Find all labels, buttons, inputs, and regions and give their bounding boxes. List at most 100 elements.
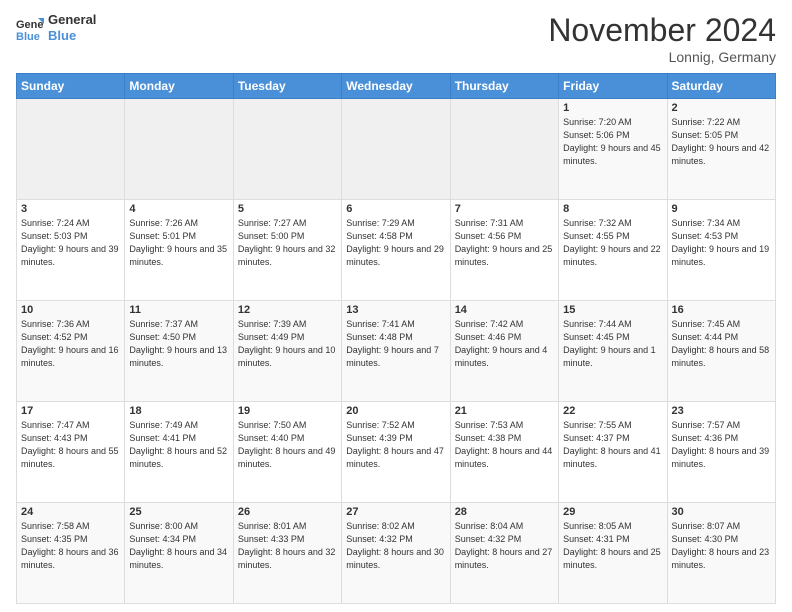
day-cell-25: 25Sunrise: 8:00 AM Sunset: 4:34 PM Dayli…: [125, 503, 233, 604]
day-cell-26: 26 Sunrise: 8:01 AM Sunset: 4:33 PM Dayli…: [233, 503, 341, 604]
day-cell-29: 29 Sunrise: 8:05 AM Sunset: 4:31 PM Dayli…: [559, 503, 667, 604]
day-number: 29: [563, 506, 662, 518]
day-cell-20: 20 Sunrise: 7:52 AM Sunset: 4:39 PM Dayli…: [342, 402, 450, 503]
calendar-page: General Blue General Blue November 2024 …: [0, 0, 792, 612]
day-number: 18: [129, 405, 228, 417]
day-cell-6: 6 Sunrise: 7:29 AM Sunset: 4:58 PM Daylig…: [342, 200, 450, 301]
day-info: Sunrise: 8:02 AM Sunset: 4:32 PM Dayligh…: [346, 520, 445, 572]
day-number: 10: [21, 304, 120, 316]
day-cell-23: 23Sunrise: 7:57 AM Sunset: 4:36 PM Dayli…: [667, 402, 775, 503]
day-number: 6: [346, 203, 445, 215]
week-row-4: 17 Sunrise: 7:47 AM Sunset: 4:43 PM Dayli…: [17, 402, 776, 503]
day-info: Sunrise: 8:01 AM Sunset: 4:33 PM Dayligh…: [238, 520, 337, 572]
day-info: Sunrise: 8:04 AM Sunset: 4:32 PM Dayligh…: [455, 520, 554, 572]
title-block: November 2024 Lonnig, Germany: [548, 12, 776, 65]
day-cell-5: 5Sunrise: 7:27 AM Sunset: 5:00 PM Daylig…: [233, 200, 341, 301]
day-info: Sunrise: 7:22 AM Sunset: 5:05 PM Dayligh…: [672, 116, 771, 168]
day-cell-2: 2Sunrise: 7:22 AM Sunset: 5:05 PM Daylig…: [667, 99, 775, 200]
day-number: 9: [672, 203, 771, 215]
day-number: 30: [672, 506, 771, 518]
day-cell-27: 27 Sunrise: 8:02 AM Sunset: 4:32 PM Dayli…: [342, 503, 450, 604]
day-number: 8: [563, 203, 662, 215]
day-cell-15: 15 Sunrise: 7:44 AM Sunset: 4:45 PM Dayli…: [559, 301, 667, 402]
empty-cell: [125, 99, 233, 200]
day-info: Sunrise: 7:57 AM Sunset: 4:36 PM Dayligh…: [672, 419, 771, 471]
day-info: Sunrise: 8:07 AM Sunset: 4:30 PM Dayligh…: [672, 520, 771, 572]
day-info: Sunrise: 7:50 AM Sunset: 4:40 PM Dayligh…: [238, 419, 337, 471]
day-number: 15: [563, 304, 662, 316]
empty-cell: [233, 99, 341, 200]
day-number: 26: [238, 506, 337, 518]
day-info: Sunrise: 8:05 AM Sunset: 4:31 PM Dayligh…: [563, 520, 662, 572]
weekday-tuesday: Tuesday: [233, 74, 341, 99]
day-number: 19: [238, 405, 337, 417]
day-number: 13: [346, 304, 445, 316]
day-cell-12: 12 Sunrise: 7:39 AM Sunset: 4:49 PM Dayli…: [233, 301, 341, 402]
day-info: Sunrise: 7:58 AM Sunset: 4:35 PM Dayligh…: [21, 520, 120, 572]
week-row-1: 1 Sunrise: 7:20 AM Sunset: 5:06 PM Daylig…: [17, 99, 776, 200]
day-number: 3: [21, 203, 120, 215]
day-info: Sunrise: 7:20 AM Sunset: 5:06 PM Dayligh…: [563, 116, 662, 168]
day-info: Sunrise: 7:42 AM Sunset: 4:46 PM Dayligh…: [455, 318, 554, 370]
day-number: 1: [563, 102, 662, 114]
logo-general: General: [48, 12, 96, 28]
day-number: 12: [238, 304, 337, 316]
day-number: 5: [238, 203, 337, 215]
day-number: 20: [346, 405, 445, 417]
day-info: Sunrise: 7:37 AM Sunset: 4:50 PM Dayligh…: [129, 318, 228, 370]
day-cell-21: 21 Sunrise: 7:53 AM Sunset: 4:38 PM Dayli…: [450, 402, 558, 503]
week-row-5: 24Sunrise: 7:58 AM Sunset: 4:35 PM Dayli…: [17, 503, 776, 604]
day-cell-3: 3 Sunrise: 7:24 AM Sunset: 5:03 PM Daylig…: [17, 200, 125, 301]
day-info: Sunrise: 7:55 AM Sunset: 4:37 PM Dayligh…: [563, 419, 662, 471]
day-cell-13: 13 Sunrise: 7:41 AM Sunset: 4:48 PM Dayli…: [342, 301, 450, 402]
day-cell-8: 8 Sunrise: 7:32 AM Sunset: 4:55 PM Daylig…: [559, 200, 667, 301]
calendar-table: SundayMondayTuesdayWednesdayThursdayFrid…: [16, 73, 776, 604]
day-info: Sunrise: 7:53 AM Sunset: 4:38 PM Dayligh…: [455, 419, 554, 471]
day-number: 16: [672, 304, 771, 316]
day-info: Sunrise: 7:36 AM Sunset: 4:52 PM Dayligh…: [21, 318, 120, 370]
day-number: 22: [563, 405, 662, 417]
day-info: Sunrise: 7:29 AM Sunset: 4:58 PM Dayligh…: [346, 217, 445, 269]
day-cell-10: 10 Sunrise: 7:36 AM Sunset: 4:52 PM Dayli…: [17, 301, 125, 402]
day-cell-1: 1 Sunrise: 7:20 AM Sunset: 5:06 PM Daylig…: [559, 99, 667, 200]
day-info: Sunrise: 7:32 AM Sunset: 4:55 PM Dayligh…: [563, 217, 662, 269]
logo-blue: Blue: [48, 28, 96, 44]
empty-cell: [342, 99, 450, 200]
day-info: Sunrise: 7:24 AM Sunset: 5:03 PM Dayligh…: [21, 217, 120, 269]
day-cell-4: 4Sunrise: 7:26 AM Sunset: 5:01 PM Daylig…: [125, 200, 233, 301]
location: Lonnig, Germany: [548, 49, 776, 65]
day-number: 4: [129, 203, 228, 215]
day-info: Sunrise: 7:34 AM Sunset: 4:53 PM Dayligh…: [672, 217, 771, 269]
day-info: Sunrise: 7:44 AM Sunset: 4:45 PM Dayligh…: [563, 318, 662, 370]
day-info: Sunrise: 7:45 AM Sunset: 4:44 PM Dayligh…: [672, 318, 771, 370]
header: General Blue General Blue November 2024 …: [16, 12, 776, 65]
weekday-wednesday: Wednesday: [342, 74, 450, 99]
week-row-2: 3 Sunrise: 7:24 AM Sunset: 5:03 PM Daylig…: [17, 200, 776, 301]
day-cell-19: 19 Sunrise: 7:50 AM Sunset: 4:40 PM Dayli…: [233, 402, 341, 503]
weekday-sunday: Sunday: [17, 74, 125, 99]
weekday-monday: Monday: [125, 74, 233, 99]
day-cell-30: 30 Sunrise: 8:07 AM Sunset: 4:30 PM Dayli…: [667, 503, 775, 604]
svg-text:General: General: [16, 19, 44, 31]
day-info: Sunrise: 7:39 AM Sunset: 4:49 PM Dayligh…: [238, 318, 337, 370]
month-title: November 2024: [548, 12, 776, 49]
day-cell-28: 28 Sunrise: 8:04 AM Sunset: 4:32 PM Dayli…: [450, 503, 558, 604]
weekday-header-row: SundayMondayTuesdayWednesdayThursdayFrid…: [17, 74, 776, 99]
day-number: 27: [346, 506, 445, 518]
day-cell-14: 14 Sunrise: 7:42 AM Sunset: 4:46 PM Dayli…: [450, 301, 558, 402]
day-number: 14: [455, 304, 554, 316]
weekday-friday: Friday: [559, 74, 667, 99]
day-number: 11: [129, 304, 228, 316]
day-number: 28: [455, 506, 554, 518]
logo: General Blue General Blue: [16, 12, 96, 43]
day-number: 21: [455, 405, 554, 417]
weekday-thursday: Thursday: [450, 74, 558, 99]
day-info: Sunrise: 7:41 AM Sunset: 4:48 PM Dayligh…: [346, 318, 445, 370]
svg-text:Blue: Blue: [16, 31, 40, 42]
day-info: Sunrise: 7:52 AM Sunset: 4:39 PM Dayligh…: [346, 419, 445, 471]
day-number: 17: [21, 405, 120, 417]
day-number: 7: [455, 203, 554, 215]
day-info: Sunrise: 7:47 AM Sunset: 4:43 PM Dayligh…: [21, 419, 120, 471]
day-cell-7: 7Sunrise: 7:31 AM Sunset: 4:56 PM Daylig…: [450, 200, 558, 301]
empty-cell: [17, 99, 125, 200]
